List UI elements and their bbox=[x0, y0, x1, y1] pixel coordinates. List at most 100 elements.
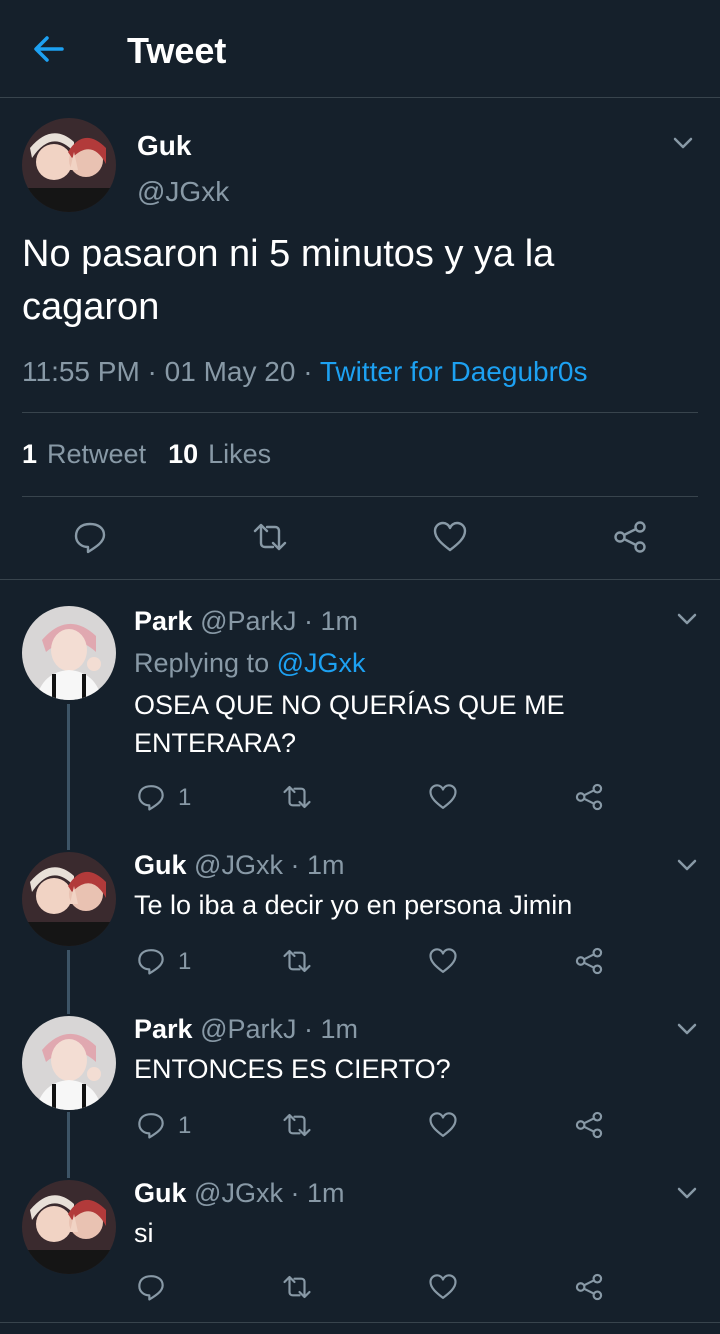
reply-time: · 1m bbox=[296, 606, 359, 636]
retweet-icon bbox=[283, 1275, 311, 1299]
reply-time: · 1m bbox=[282, 850, 345, 880]
avatar[interactable] bbox=[22, 118, 116, 212]
share-button[interactable] bbox=[574, 1272, 604, 1302]
reply-tweet[interactable]: Park @ParkJ · 1m Replying to @JGxk OSEA … bbox=[0, 586, 720, 836]
tweet-source-link[interactable]: Twitter for Daegubr0s bbox=[320, 356, 588, 387]
separator: · bbox=[139, 356, 165, 387]
reply-button[interactable] bbox=[136, 1272, 166, 1302]
reply-button[interactable] bbox=[136, 946, 166, 976]
avatar[interactable] bbox=[22, 606, 116, 700]
reply-icon bbox=[138, 785, 164, 811]
author-name[interactable]: Guk bbox=[134, 1178, 187, 1208]
retweet-button[interactable] bbox=[282, 1272, 312, 1302]
more-options-button[interactable] bbox=[674, 852, 700, 878]
chevron-down-icon bbox=[677, 613, 697, 625]
author-handle[interactable]: @ParkJ bbox=[200, 1014, 296, 1044]
divider bbox=[0, 1322, 720, 1323]
reply-header: Guk @JGxk · 1m bbox=[134, 1178, 344, 1209]
heart-icon bbox=[433, 521, 467, 552]
share-button[interactable] bbox=[574, 946, 604, 976]
reply-header: Guk @JGxk · 1m bbox=[134, 850, 344, 881]
tweet-time: 11:55 PM bbox=[22, 356, 140, 387]
reply-text: Te lo iba a decir yo en persona Jimin bbox=[134, 890, 573, 920]
replying-to: Replying to @JGxk bbox=[134, 648, 366, 679]
reply-header: Park @ParkJ · 1m bbox=[134, 606, 358, 637]
author-handle[interactable]: @JGxk bbox=[194, 850, 283, 880]
reply-button[interactable] bbox=[136, 1110, 166, 1140]
reply-button[interactable] bbox=[72, 519, 108, 555]
avatar[interactable] bbox=[22, 1016, 116, 1110]
tweet-date: 01 May 20 bbox=[164, 356, 296, 387]
like-button[interactable] bbox=[428, 1110, 458, 1140]
share-button[interactable] bbox=[574, 782, 604, 812]
retweets-label: Retweet bbox=[47, 439, 147, 469]
chevron-down-icon bbox=[677, 1023, 697, 1035]
tweet-stats: 1 Retweet 10 Likes bbox=[22, 413, 698, 497]
avatar[interactable] bbox=[22, 852, 116, 946]
share-icon bbox=[575, 947, 603, 975]
retweet-icon bbox=[283, 785, 311, 809]
share-button[interactable] bbox=[574, 1110, 604, 1140]
share-icon bbox=[575, 783, 603, 811]
reply-tweet[interactable]: Park @ParkJ · 1m ENTONCES ES CIERTO? 1 bbox=[0, 1014, 720, 1164]
chevron-down-icon bbox=[677, 859, 697, 871]
like-button[interactable] bbox=[428, 946, 458, 976]
reply-icon bbox=[74, 522, 106, 554]
retweet-button[interactable] bbox=[252, 519, 288, 555]
replying-label: Replying to bbox=[134, 648, 277, 678]
heart-icon bbox=[429, 1112, 457, 1137]
author-name[interactable]: Guk bbox=[137, 130, 191, 162]
arrow-left-icon bbox=[34, 36, 64, 62]
reply-time: · 1m bbox=[296, 1014, 359, 1044]
retweets-stat[interactable]: 1 Retweet bbox=[22, 439, 146, 470]
reply-header: Park @ParkJ · 1m bbox=[134, 1014, 358, 1045]
reply-text: ENTONCES ES CIERTO? bbox=[134, 1054, 451, 1084]
more-options-button[interactable] bbox=[674, 1180, 700, 1206]
likes-label: Likes bbox=[208, 439, 272, 469]
reply-icon bbox=[138, 1275, 164, 1301]
separator: · bbox=[295, 356, 320, 387]
like-button[interactable] bbox=[428, 782, 458, 812]
retweet-icon bbox=[283, 949, 311, 973]
reply-time: · 1m bbox=[282, 1178, 345, 1208]
reply-tweet[interactable]: Guk @JGxk · 1m Te lo iba a decir yo en p… bbox=[0, 850, 720, 1000]
author-handle[interactable]: @JGxk bbox=[137, 176, 229, 208]
author-name[interactable]: Guk bbox=[134, 850, 187, 880]
heart-icon bbox=[429, 1274, 457, 1299]
retweets-count: 1 bbox=[22, 439, 38, 469]
heart-icon bbox=[429, 948, 457, 973]
retweet-button[interactable] bbox=[282, 782, 312, 812]
more-options-button[interactable] bbox=[670, 130, 696, 156]
reply-tweet[interactable]: Guk @JGxk · 1m si bbox=[0, 1178, 720, 1322]
share-icon bbox=[614, 521, 646, 553]
back-button[interactable] bbox=[30, 30, 68, 68]
like-button[interactable] bbox=[432, 519, 468, 555]
replying-to-handle[interactable]: @JGxk bbox=[277, 648, 366, 678]
top-bar: Tweet bbox=[0, 0, 720, 98]
retweet-button[interactable] bbox=[282, 1110, 312, 1140]
page-title: Tweet bbox=[127, 30, 227, 71]
author-name[interactable]: Park bbox=[134, 1014, 193, 1044]
chevron-down-icon bbox=[673, 137, 693, 149]
share-icon bbox=[575, 1273, 603, 1301]
share-icon bbox=[575, 1111, 603, 1139]
reply-text: OSEA QUE NO QUERÍAS QUE ME ENTERARA? bbox=[134, 690, 565, 758]
reply-count: 1 bbox=[178, 1112, 192, 1139]
author-name[interactable]: Park bbox=[134, 606, 193, 636]
likes-stat[interactable]: 10 Likes bbox=[168, 439, 271, 470]
more-options-button[interactable] bbox=[674, 1016, 700, 1042]
retweet-icon bbox=[253, 523, 287, 551]
more-options-button[interactable] bbox=[674, 606, 700, 632]
chevron-down-icon bbox=[677, 1187, 697, 1199]
retweet-button[interactable] bbox=[282, 946, 312, 976]
author-handle[interactable]: @JGxk bbox=[194, 1178, 283, 1208]
like-button[interactable] bbox=[428, 1272, 458, 1302]
avatar[interactable] bbox=[22, 1180, 116, 1274]
reply-button[interactable] bbox=[136, 782, 166, 812]
main-tweet: Guk @JGxk No pasaron ni 5 minutos y ya l… bbox=[0, 98, 720, 580]
tweet-actions bbox=[22, 497, 698, 579]
share-button[interactable] bbox=[612, 519, 648, 555]
heart-icon bbox=[429, 784, 457, 809]
author-handle[interactable]: @ParkJ bbox=[200, 606, 296, 636]
retweet-icon bbox=[283, 1113, 311, 1137]
